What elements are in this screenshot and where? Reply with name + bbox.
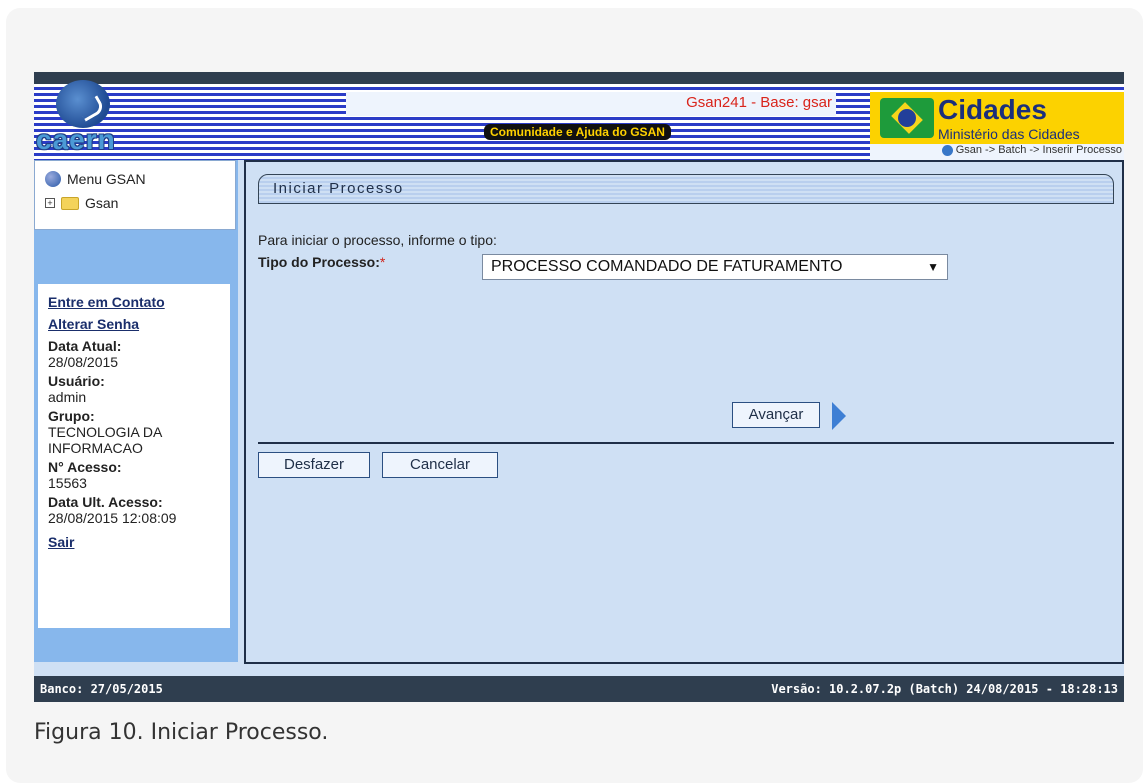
breadcrumb: Gsan -> Batch -> Inserir Processo [870,144,1124,160]
change-password-link[interactable]: Alterar Senha [48,316,220,332]
user-label: Usuário: [48,373,105,389]
undo-button[interactable]: Desfazer [258,452,370,478]
dropdown-arrow-icon: ▼ [927,260,939,274]
contact-link[interactable]: Entre em Contato [48,294,220,310]
access-label: N° Acesso: [48,459,122,475]
process-type-label: Tipo do Processo:* [258,254,385,270]
folder-icon [61,196,79,210]
tree-node-gsan[interactable]: + Gsan [45,195,118,211]
sidebar: Menu GSAN + Gsan Entre em Contato Altera… [34,160,238,662]
divider [258,442,1114,444]
expand-icon[interactable]: + [45,198,55,208]
process-type-label-text: Tipo do Processo: [258,254,380,270]
database-date: Banco: 27/05/2015 [40,682,163,696]
access-value: 15563 [48,475,87,491]
menu-root[interactable]: Menu GSAN [45,171,146,187]
tree-node-label: Gsan [85,195,119,211]
required-mark: * [379,254,386,270]
caern-logo-text: caern [36,124,116,155]
title-bar: Gsan241 - Base: gsar [346,92,836,116]
menu-icon [45,171,61,187]
breadcrumb-text: Gsan -> Batch -> Inserir Processo [955,144,1122,156]
ministry-subtitle: Ministério das Cidades [938,126,1080,142]
menu-label: Menu GSAN [67,171,146,187]
last-access-label: Data Ult. Acesso: [48,494,163,510]
user-value: admin [48,389,87,405]
main-panel: Iniciar Processo Para iniciar o processo… [244,160,1124,664]
top-bar [34,72,1124,84]
community-link[interactable]: Comunidade e Ajuda do GSAN [484,124,671,140]
cancel-button[interactable]: Cancelar [382,452,498,478]
panel-title: Iniciar Processo [258,174,1114,204]
menu-tree: Menu GSAN + Gsan [34,160,236,230]
status-bar: Banco: 27/05/2015 Versão: 10.2.07.2p (Ba… [34,676,1124,702]
version-info: Versão: 10.2.07.2p (Batch) 24/08/2015 - … [771,682,1118,696]
next-arrow-icon[interactable] [832,402,846,430]
process-type-value: PROCESSO COMANDADO DE FATURAMENTO [491,258,843,275]
group-value-line1: TECNOLOGIA DA [48,424,163,440]
ministry-title: Cidades [938,94,1047,125]
next-button[interactable]: Avançar [732,402,820,428]
group-label: Grupo: [48,408,95,424]
help-icon[interactable] [941,144,953,156]
instruction-text: Para iniciar o processo, informe o tipo: [258,232,497,248]
process-type-select[interactable]: PROCESSO COMANDADO DE FATURAMENTO ▼ [482,254,948,280]
figure-caption: Figura 10. Iniciar Processo. [34,720,329,745]
last-access-value: 28/08/2015 12:08:09 [48,510,177,526]
header: caern Gsan241 - Base: gsar Comunidade e … [34,80,1124,160]
app-window: caern Gsan241 - Base: gsar Comunidade e … [34,72,1124,702]
app-title: Gsan241 - Base: gsar [686,94,832,111]
date-value: 28/08/2015 [48,354,119,370]
caern-logo-icon [56,80,110,128]
user-info-panel: Entre em Contato Alterar Senha Data Atua… [38,284,230,628]
logout-link[interactable]: Sair [48,534,220,550]
brazil-flag-icon [880,98,934,138]
group-value-line2: INFORMACAO [48,440,143,456]
date-label: Data Atual: [48,338,122,354]
